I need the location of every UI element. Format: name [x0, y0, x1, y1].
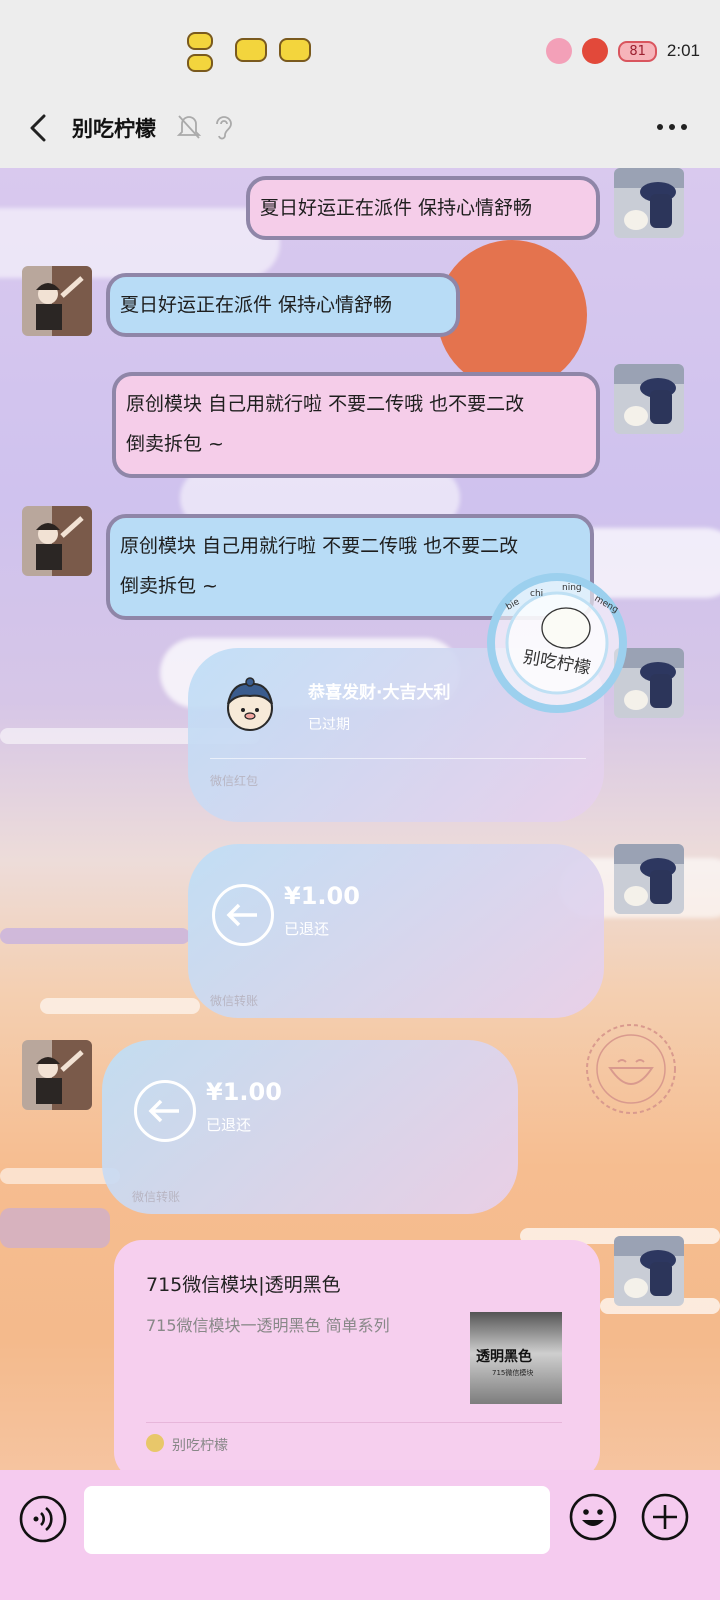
transfer-card[interactable]: ¥1.00 已退还 微信转账 [102, 1040, 518, 1214]
background-streak [0, 1208, 110, 1248]
message-bubble-sent[interactable]: 原创模块 自己用就行啦 不要二传哦 也不要二改 倒卖拆包 ~ [112, 372, 600, 478]
message-text: 原创模块 自己用就行啦 不要二传哦 也不要二改 [120, 535, 519, 557]
card-divider [146, 1422, 562, 1423]
source-icon [146, 1434, 164, 1452]
thumbnail-title: 透明黑色 [476, 1349, 532, 1365]
message-bubble-sent[interactable]: 夏日好运正在派件 保持心情舒畅 [246, 176, 600, 240]
chevron-left-icon[interactable] [22, 110, 58, 146]
bell-off-icon [176, 115, 202, 139]
chat-title[interactable]: 别吃柠檬 [72, 113, 156, 143]
message-bubble-received[interactable]: 夏日好运正在派件 保持心情舒畅 [106, 273, 460, 337]
spongebob-sticker-icon [185, 28, 315, 76]
input-bar [0, 1470, 720, 1600]
status-bar: 81 2:01 [0, 0, 720, 90]
contact-avatar[interactable] [22, 506, 92, 576]
message-text: 夏日好运正在派件 保持心情舒畅 [120, 294, 393, 316]
crab-sticker-icon [582, 38, 609, 64]
cartoon-face-icon [227, 677, 273, 731]
my-avatar[interactable] [614, 844, 684, 914]
my-avatar[interactable] [614, 168, 684, 238]
transfer-card[interactable]: ¥1.00 已退还 微信转账 [188, 844, 604, 1018]
emoji-icon[interactable] [568, 1492, 618, 1542]
transfer-status: 已退还 [284, 920, 330, 938]
voice-icon[interactable] [18, 1494, 68, 1544]
thumbnail-subtitle: 715微信模块 [492, 1369, 534, 1377]
chat-header: 别吃柠檬 [0, 90, 720, 168]
share-link-card[interactable]: 715微信模块|透明黑色 715微信模块一透明黑色 简单系列 透明黑色 715微… [114, 1240, 600, 1480]
transfer-status: 已退还 [206, 1116, 252, 1134]
red-packet-status: 已过期 [308, 717, 350, 733]
message-input[interactable] [84, 1486, 550, 1554]
red-packet-title: 恭喜发财·大吉大利 [308, 683, 451, 703]
message-text: 倒卖拆包 ~ [126, 433, 224, 455]
transfer-amount: ¥1.00 [284, 882, 360, 910]
my-avatar[interactable] [614, 1236, 684, 1306]
arrow-left-circle-icon [134, 1080, 196, 1142]
share-description: 715微信模块一透明黑色 简单系列 [146, 1316, 390, 1335]
share-thumbnail: 透明黑色 715微信模块 [470, 1312, 562, 1404]
arrow-left-circle-icon [212, 884, 274, 946]
patrick-sticker-icon [546, 38, 573, 64]
contact-avatar[interactable] [22, 266, 92, 336]
share-title: 715微信模块|透明黑色 [146, 1274, 341, 1296]
plus-circle-icon[interactable] [640, 1492, 690, 1542]
lemon-stamp-logo: bie chi ning meng 别吃柠檬 [487, 573, 627, 713]
ear-icon [216, 116, 232, 140]
svg-text:ning: ning [562, 583, 582, 593]
more-dots-icon[interactable] [652, 112, 692, 142]
contact-avatar[interactable] [22, 1040, 92, 1110]
transfer-footer: 微信转账 [132, 1190, 181, 1204]
message-text: 夏日好运正在派件 保持心情舒畅 [260, 197, 533, 219]
status-time: 2:01 [666, 41, 700, 60]
my-avatar[interactable] [614, 364, 684, 434]
card-divider [210, 758, 586, 759]
background-streak [0, 928, 190, 944]
red-packet-footer: 微信红包 [210, 774, 259, 788]
background-streak [40, 998, 200, 1014]
share-source: 别吃柠檬 [172, 1438, 228, 1454]
transfer-footer: 微信转账 [210, 994, 259, 1008]
message-text: 原创模块 自己用就行啦 不要二传哦 也不要二改 [126, 393, 525, 415]
battery-indicator: 81 [618, 40, 657, 62]
svg-text:chi: chi [530, 589, 543, 599]
bowl-stamp-logo [586, 1024, 676, 1114]
transfer-amount: ¥1.00 [206, 1078, 282, 1106]
